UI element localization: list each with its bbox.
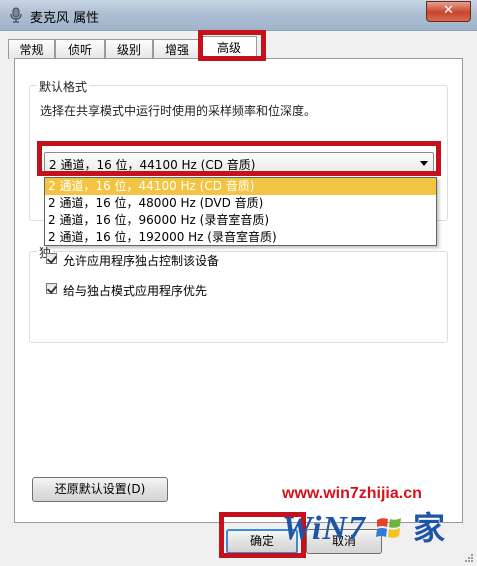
tab-advanced[interactable]: 高级	[201, 36, 257, 61]
default-format-group-label: 默认格式	[37, 78, 90, 95]
allow-exclusive-label: 允许应用程序独占控制该设备	[63, 254, 220, 268]
close-icon: ✕	[443, 3, 454, 18]
dropdown-arrow-icon	[420, 161, 428, 166]
sample-rate-option[interactable]: 2 通道，16 位，48000 Hz (DVD 音质)	[45, 195, 436, 212]
sample-rate-selected: 2 通道，16 位，44100 Hz (CD 音质)	[49, 158, 256, 172]
sample-rate-option[interactable]: 2 通道，16 位，96000 Hz (录音室音质)	[45, 212, 436, 229]
tab-enhancements[interactable]: 增强	[153, 39, 201, 59]
checkbox-box[interactable]	[46, 283, 58, 294]
checkmark-icon	[46, 253, 58, 264]
watermark-logo-text: WiN7	[282, 510, 366, 547]
tab-levels[interactable]: 级别	[105, 39, 153, 59]
window-title: 麦克风 属性	[30, 11, 100, 26]
tab-listen[interactable]: 侦听	[55, 39, 105, 59]
tab-general-label: 常规	[19, 43, 44, 57]
format-description: 选择在共享模式中运行时使用的采样频率和位深度。	[40, 104, 317, 118]
close-button[interactable]: ✕	[426, 1, 471, 22]
tab-enhancements-label: 增强	[164, 43, 189, 57]
tab-levels-label: 级别	[116, 43, 141, 57]
tab-advanced-label: 高级	[216, 41, 241, 55]
tab-general[interactable]: 常规	[8, 39, 55, 59]
resize-grip-icon[interactable]	[463, 552, 473, 562]
sample-rate-dropdown[interactable]: 2 通道，16 位，44100 Hz (CD 音质)	[44, 152, 434, 174]
sample-rate-option[interactable]: 2 通道，16 位，44100 Hz (CD 音质)	[45, 178, 436, 195]
title-bar[interactable]: 麦克风 属性 ✕	[0, 0, 477, 31]
sample-rate-option[interactable]: 2 通道，16 位，192000 Hz (录音室音质)	[45, 229, 436, 246]
watermark-logo: WiN7 家	[282, 503, 446, 547]
restore-defaults-button[interactable]: 还原默认设置(D)	[32, 477, 168, 502]
microphone-icon	[10, 7, 22, 23]
windows-flag-icon	[376, 518, 402, 538]
watermark-url: www.win7zhijia.cn	[282, 485, 422, 502]
checkbox-box[interactable]	[46, 253, 58, 264]
checkmark-icon	[46, 283, 58, 294]
exclusive-priority-label: 给与独占模式应用程序优先	[63, 284, 208, 298]
watermark-logo-suffix: 家	[412, 509, 446, 547]
tab-listen-label: 侦听	[67, 43, 92, 57]
sample-rate-options-list: 2 通道，16 位，44100 Hz (CD 音质) 2 通道，16 位，480…	[44, 177, 437, 246]
